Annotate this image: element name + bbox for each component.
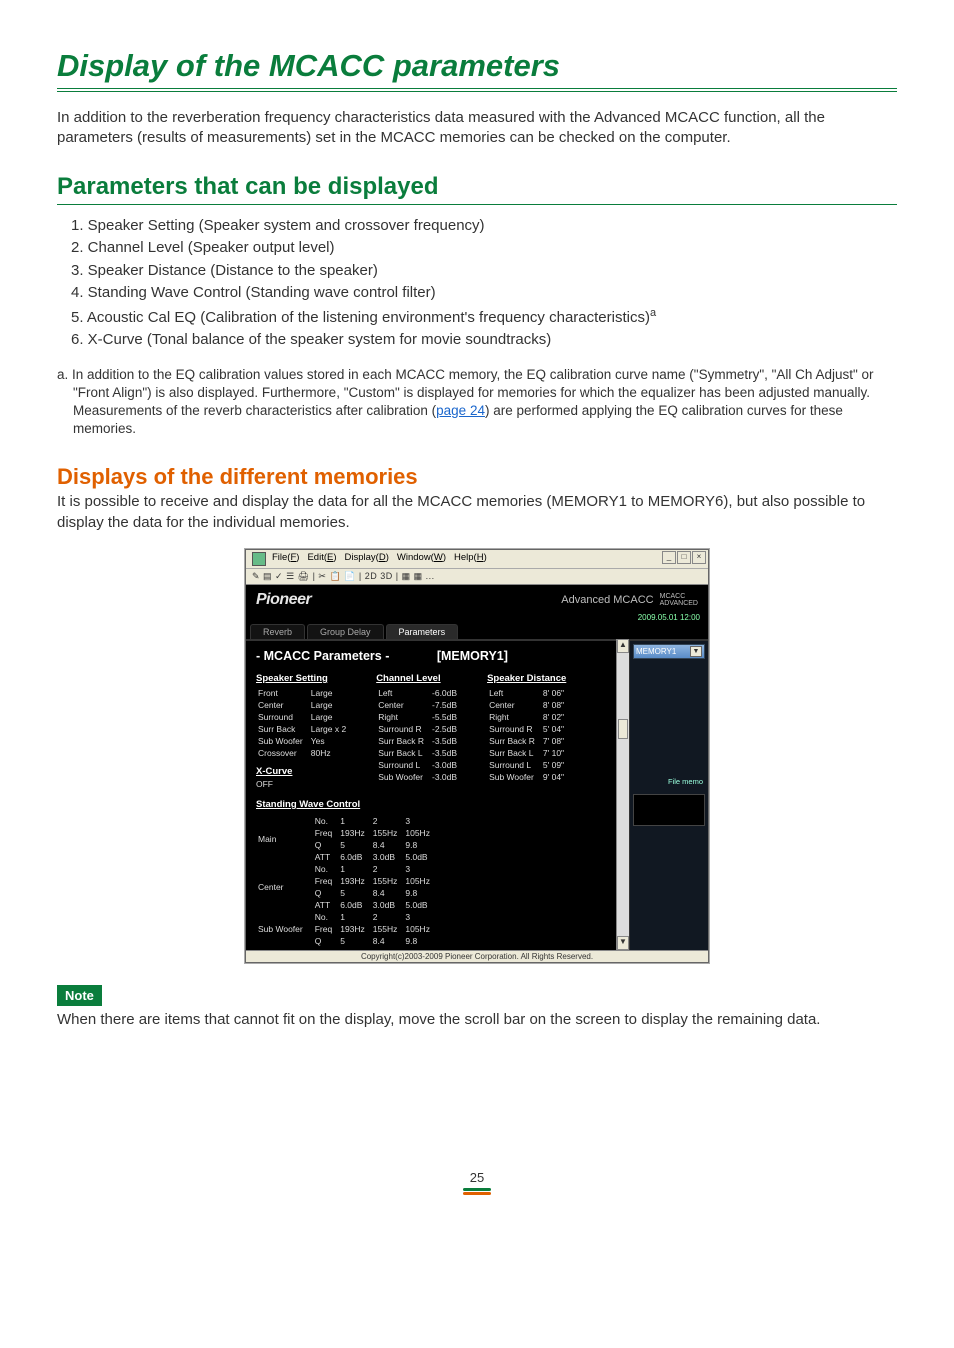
list-item: 3. Speaker Distance (Distance to the spe… [71,260,897,283]
menu-help[interactable]: Help(H) [454,552,487,566]
section-channel-level: Channel Level [376,673,465,684]
list-item: 4. Standing Wave Control (Standing wave … [71,282,897,305]
speaker-distance-table: Left8' 06" Center8' 08" Right8' 02" Surr… [487,686,572,784]
close-icon[interactable]: × [692,551,706,564]
footnote: a. In addition to the EQ calibration val… [57,366,897,439]
scroll-up-icon[interactable]: ▲ [617,639,629,653]
page-link[interactable]: page 24 [436,403,485,418]
vertical-scrollbar[interactable]: ▲ ▼ [616,639,629,950]
page-number: 25 [57,1170,897,1185]
list-item: 2. Channel Level (Speaker output level) [71,237,897,260]
list-item: 6. X-Curve (Tonal balance of the speaker… [71,329,897,352]
brand-logo: Pioneer [256,591,311,609]
app-menubar: File(F) Edit(E) Display(D) Window(W) Hel… [246,550,708,569]
mcacc-badge-icon: MCACCADVANCED [660,593,698,607]
parameter-list: 1. Speaker Setting (Speaker system and c… [71,215,897,352]
note-badge: Note [57,985,102,1006]
tab-bar: Reverb Group Delay Parameters [246,624,708,639]
tab-groupdelay[interactable]: Group Delay [307,624,384,639]
minimize-icon[interactable]: _ [662,551,676,564]
section-xcurve: X-Curve [256,766,354,777]
list-item: 5. Acoustic Cal EQ (Calibration of the l… [71,305,897,330]
app-main: - MCACC Parameters - [MEMORY1] Speaker S… [246,639,616,950]
menu-file[interactable]: File(F) [272,552,299,566]
app-window: File(F) Edit(E) Display(D) Window(W) Hel… [245,549,709,963]
maximize-icon[interactable]: □ [677,551,691,564]
brand-right: Advanced MCACC MCACCADVANCED [561,593,698,607]
params-title: - MCACC Parameters - [MEMORY1] [256,649,608,663]
scroll-thumb[interactable] [618,719,628,739]
memory-dropdown[interactable]: MEMORY1 ▼ [633,644,705,659]
list-item: 1. Speaker Setting (Speaker system and c… [71,215,897,238]
section-speaker-setting: Speaker Setting [256,673,354,684]
menu-display[interactable]: Display(D) [345,552,389,566]
section-speaker-distance: Speaker Distance [487,673,572,684]
standing-wave-block: Main No.123 Freq193Hz155Hz105Hz Q58.49.8… [256,814,608,948]
timestamp: 2009.05.01 12:00 [246,613,708,624]
xcurve-value: OFF [256,779,354,789]
app-sidebar: MEMORY1 ▼ File memo [629,639,708,950]
channel-level-table: Left-6.0dB Center-7.5dB Right-5.5dB Surr… [376,686,465,784]
app-toolbar[interactable]: ✎ ▤ ✓ ☰ 🖨 | ✂ 📋 📄 | 2D 3D | ▦ ▦ ... [246,569,708,585]
speaker-setting-table: FrontLarge CenterLarge SurroundLarge Sur… [256,686,354,760]
page-title: Display of the MCACC parameters [57,48,897,92]
app-icon [252,552,266,566]
tab-reverb[interactable]: Reverb [250,624,305,639]
file-memo-label: File memo [633,777,705,786]
app-copyright: Copyright(c)2003-2009 Pioneer Corporatio… [246,950,708,962]
scroll-down-icon[interactable]: ▼ [617,936,629,950]
page-accent-icon [463,1188,491,1192]
memories-paragraph: It is possible to receive and display th… [57,492,897,533]
intro-paragraph: In addition to the reverberation frequen… [57,108,897,149]
tab-parameters[interactable]: Parameters [386,624,459,639]
file-memo-box[interactable] [633,794,705,826]
menu-edit[interactable]: Edit(E) [307,552,336,566]
chevron-down-icon[interactable]: ▼ [690,646,702,657]
menu-window[interactable]: Window(W) [397,552,446,566]
section-standing-wave: Standing Wave Control [256,799,608,810]
parameters-heading: Parameters that can be displayed [57,173,897,205]
note-text: When there are items that cannot fit on … [57,1010,897,1030]
memories-heading: Displays of the different memories [57,464,897,490]
